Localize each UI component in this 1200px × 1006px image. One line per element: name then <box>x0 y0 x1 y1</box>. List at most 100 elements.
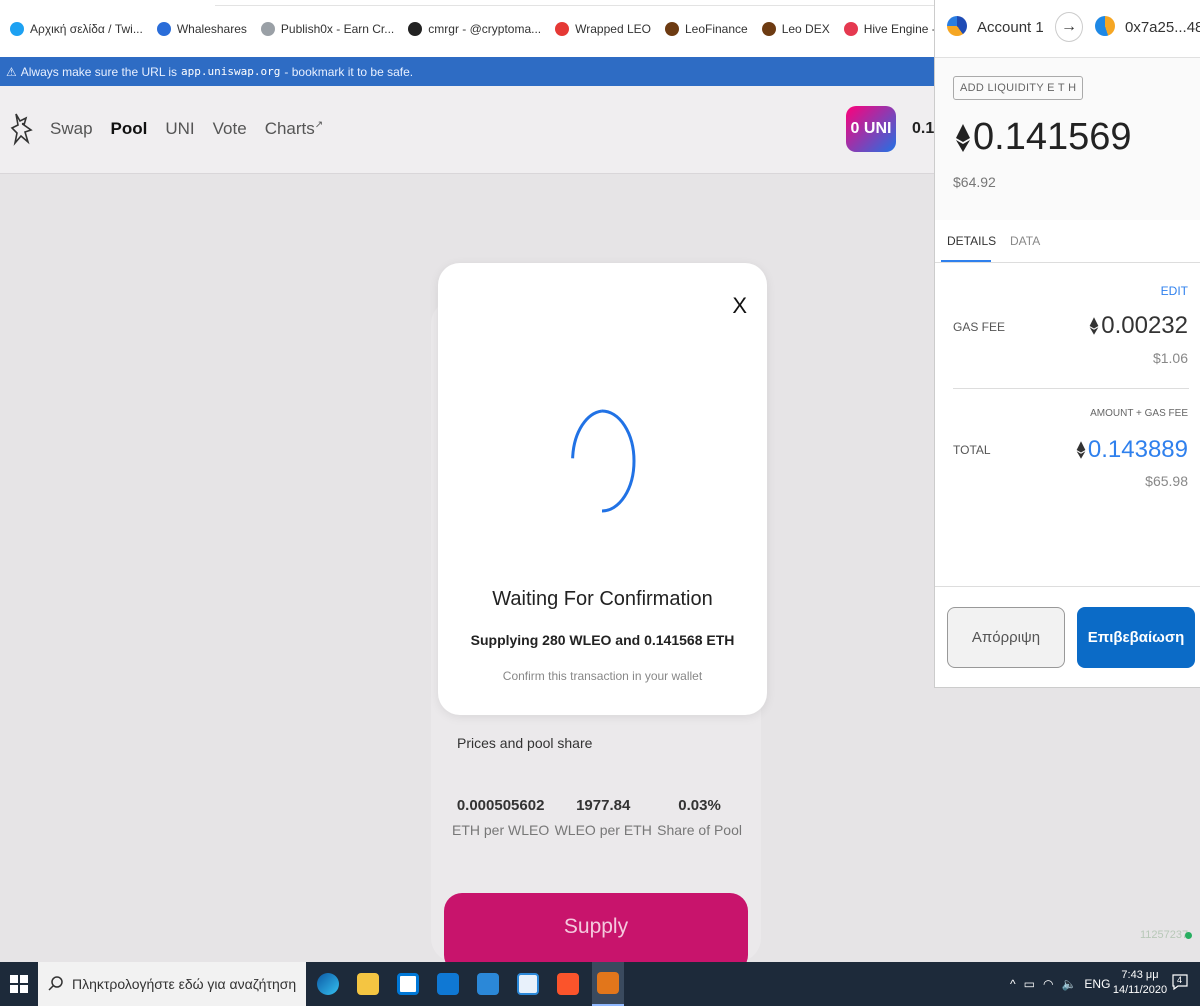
bookmark-label: Wrapped LEO <box>575 22 651 36</box>
leo-icon <box>555 22 570 36</box>
price-value: 1977.84 <box>576 797 631 814</box>
brave-lion-icon <box>557 973 579 995</box>
app-icon <box>477 973 499 995</box>
supply-button[interactable]: Supply <box>444 893 748 973</box>
edit-gas-link[interactable]: EDIT <box>1161 284 1188 298</box>
uniswap-unicorn-icon[interactable] <box>10 112 34 146</box>
bookmark-item[interactable]: cmrgr - @cryptoma... <box>408 22 541 36</box>
close-icon[interactable]: X <box>732 293 747 319</box>
gas-fee-value: 0.00232 <box>1089 312 1188 340</box>
footer-divider <box>935 586 1200 587</box>
nav-charts[interactable]: Charts↗ <box>265 119 323 139</box>
notification-count: 4 <box>1177 975 1183 985</box>
bookmark-item[interactable]: Wrapped LEO <box>555 22 651 36</box>
taskbar-apps <box>312 962 624 1006</box>
battery-icon[interactable]: ▭ <box>1024 977 1035 991</box>
bookmark-item[interactable]: Publish0x - Earn Cr... <box>260 22 394 36</box>
edge-icon <box>317 973 339 995</box>
price-label: Share of Pool <box>657 822 742 838</box>
amount-value: 0.141569 <box>973 116 1132 158</box>
recipient-address[interactable]: 0x7a25...48... <box>1125 19 1200 36</box>
folder-icon <box>357 973 379 995</box>
divider <box>953 388 1189 389</box>
recipient-avatar-icon <box>1095 16 1115 36</box>
price-label: ETH per WLEO <box>452 822 550 838</box>
nav-vote[interactable]: Vote <box>213 119 247 139</box>
app-6[interactable] <box>512 962 544 1006</box>
warning-icon: ⚠ <box>6 64 17 79</box>
lion-icon <box>664 22 679 36</box>
mail-app[interactable] <box>432 962 464 1006</box>
gas-fee-amount: 0.00232 <box>1101 312 1188 339</box>
amount-usd: $64.92 <box>953 174 996 190</box>
confirm-button[interactable]: Επιβεβαίωση <box>1077 607 1195 668</box>
price-label: WLEO per ETH <box>554 822 652 838</box>
clock-date: 14/11/2020 <box>1112 984 1168 996</box>
whaleshares-icon <box>156 22 171 36</box>
price-value: 0.000505602 <box>456 797 545 814</box>
bookmark-label: Whaleshares <box>176 22 247 36</box>
uni-balance-badge[interactable]: 0 UNI <box>846 106 896 152</box>
bookmark-item[interactable]: Whaleshares <box>156 22 247 36</box>
price-value: 0.03% <box>678 797 721 814</box>
active-tab-indicator <box>941 260 991 262</box>
tab-details[interactable]: DETAILS <box>947 234 996 248</box>
uniswap-header: Swap Pool UNI Vote Charts↗ 0 UNI 0.14 <box>0 86 943 174</box>
nav-swap[interactable]: Swap <box>50 119 93 139</box>
nav-charts-label: Charts <box>264 119 315 138</box>
store-app[interactable] <box>392 962 424 1006</box>
waiting-confirmation-modal: X Waiting For Confirmation Supplying 280… <box>438 263 767 715</box>
transaction-amount: 0.141569 <box>955 116 1132 159</box>
app-5[interactable] <box>472 962 504 1006</box>
wifi-icon[interactable]: ◠ <box>1043 977 1053 991</box>
lion-icon <box>761 22 776 36</box>
main-nav: Swap Pool UNI Vote Charts↗ <box>50 119 323 139</box>
gas-fee-usd: $1.06 <box>1152 350 1188 366</box>
bookmark-label: Αρχική σελίδα / Twi... <box>30 22 143 36</box>
file-explorer-app[interactable] <box>352 962 384 1006</box>
warning-prefix: Always make sure the URL is <box>20 64 178 79</box>
volume-icon[interactable]: 🔈 <box>1061 977 1076 991</box>
taskbar-clock[interactable]: 7:43 μμ 14/11/2020 <box>1112 968 1168 998</box>
taskbar-search[interactable]: Πληκτρολογήστε εδώ για αναζήτηση <box>38 962 306 1006</box>
tab-data[interactable]: DATA <box>1010 234 1040 248</box>
bookmark-item[interactable]: Leo DEX <box>761 22 830 36</box>
chevron-up-icon[interactable]: ^ <box>1010 977 1016 991</box>
block-number: 11257237 <box>1140 929 1189 941</box>
prices-pool-share-title: Prices and pool share <box>457 735 593 751</box>
bookmark-item[interactable]: Αρχική σελίδα / Twi... <box>10 22 143 36</box>
twitter-icon <box>10 22 24 36</box>
status-dot <box>1185 932 1192 939</box>
price-row: 0.000505602 ETH per WLEO 1977.84 WLEO pe… <box>452 797 742 838</box>
search-placeholder: Πληκτρολογήστε εδώ για αναζήτηση <box>72 976 297 992</box>
search-icon <box>48 976 63 991</box>
eth-icon <box>956 123 970 152</box>
nav-pool[interactable]: Pool <box>111 119 148 139</box>
bookmark-label: Leo DEX <box>781 22 830 36</box>
language-indicator[interactable]: ENG <box>1084 977 1110 991</box>
external-link-icon: ↗ <box>314 119 324 131</box>
price-eth-per-wleo: 0.000505602 ETH per WLEO <box>452 797 549 838</box>
share-of-pool: 0.03% Share of Pool <box>657 797 742 838</box>
brave-app[interactable] <box>552 962 584 1006</box>
reject-button[interactable]: Απόρριψη <box>947 607 1065 668</box>
modal-subtitle: Supplying 280 WLEO and 0.141568 ETH <box>470 632 735 648</box>
notification-icon[interactable]: 4 <box>1172 974 1192 994</box>
bookmark-label: cmrgr - @cryptoma... <box>428 22 542 36</box>
mail-icon <box>437 973 459 995</box>
metamask-tabs: DETAILS DATA <box>935 220 1200 263</box>
windows-start-icon[interactable] <box>10 975 28 993</box>
metamask-app[interactable] <box>592 962 624 1006</box>
eth-icon <box>1076 441 1086 459</box>
eth-icon <box>1089 317 1099 335</box>
triangle-icon <box>408 22 423 36</box>
edge-app[interactable] <box>312 962 344 1006</box>
nav-uni[interactable]: UNI <box>165 119 194 139</box>
account-name[interactable]: Account 1 <box>977 19 1044 36</box>
metamask-popup: Account 1 → 0x7a25...48... ADD LIQUIDITY… <box>934 0 1200 688</box>
windows-taskbar: Πληκτρολογήστε εδώ για αναζήτηση ^ ▭ ◠ 🔈… <box>0 962 1200 1006</box>
total-usd: $65.98 <box>1145 473 1188 489</box>
account-avatar-icon <box>947 16 967 36</box>
bookmark-item[interactable]: LeoFinance <box>664 22 748 36</box>
loading-spinner-icon <box>571 409 636 513</box>
